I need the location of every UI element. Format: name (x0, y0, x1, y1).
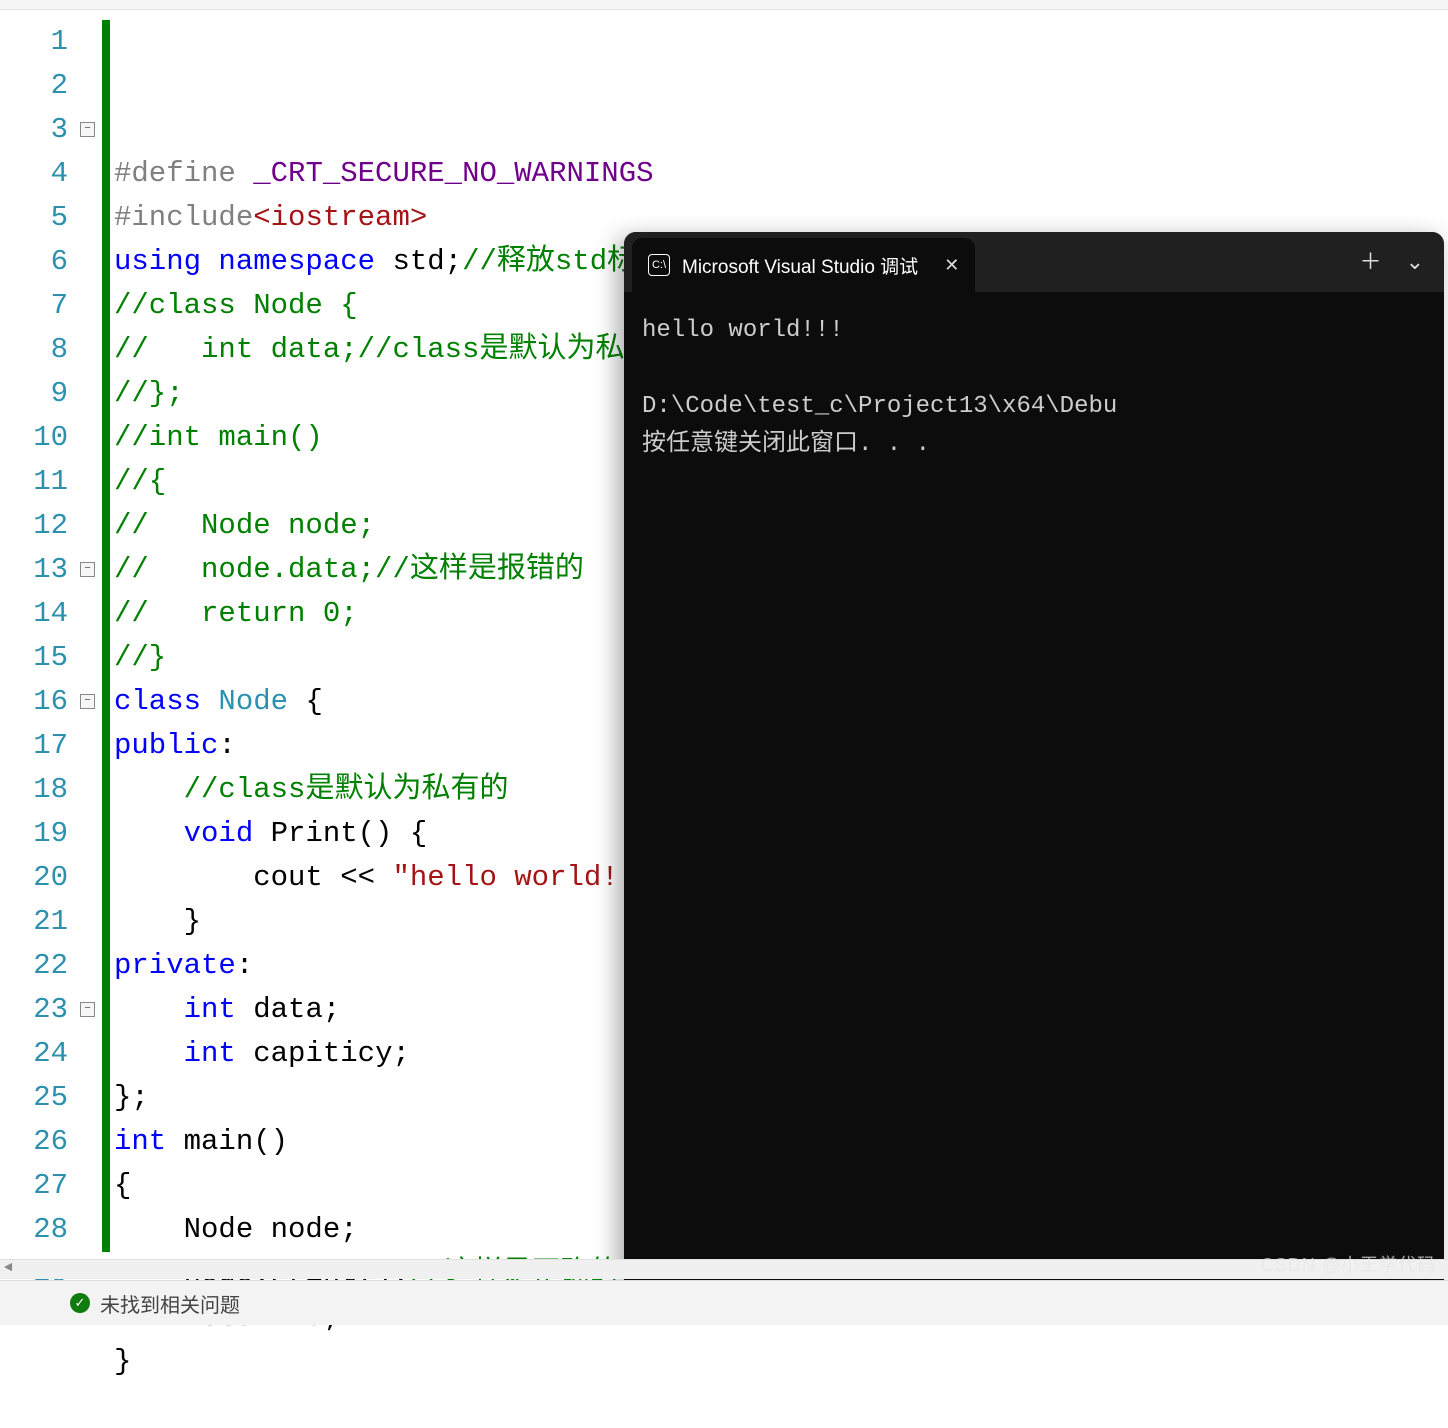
line-number: 7 (0, 284, 80, 328)
watermark: CSDN @小王学代码 (1261, 1251, 1436, 1277)
editor-top-strip (0, 0, 1448, 10)
fold-toggle[interactable]: − (80, 694, 95, 709)
line-number: 4 (0, 152, 80, 196)
fold-toggle[interactable]: − (80, 122, 95, 137)
line-number: 23 (0, 988, 80, 1032)
console-tab-title: Microsoft Visual Studio 调试 (682, 252, 918, 279)
line-number: 15 (0, 636, 80, 680)
line-number: 6 (0, 240, 80, 284)
line-number: 21 (0, 900, 80, 944)
tab-dropdown-button[interactable]: ⌄ (1406, 232, 1424, 292)
fold-toggle[interactable]: − (80, 562, 95, 577)
line-number: 5 (0, 196, 80, 240)
line-number: 28 (0, 1208, 80, 1252)
horizontal-scrollbar[interactable] (0, 1259, 1448, 1279)
code-line[interactable]: } (114, 1340, 1448, 1384)
status-ok-icon: ✓ (70, 1293, 90, 1313)
code-line[interactable]: #define _CRT_SECURE_NO_WARNINGS (114, 152, 1448, 196)
line-number: 16 (0, 680, 80, 724)
console-output[interactable]: hello world!!! D:\Code\test_c\Project13\… (624, 292, 1444, 484)
line-number: 1 (0, 20, 80, 64)
status-bar: ✓ 未找到相关问题 (0, 1280, 1448, 1325)
line-number: 19 (0, 812, 80, 856)
line-number: 10 (0, 416, 80, 460)
console-tab[interactable]: C:\ Microsoft Visual Studio 调试 ✕ (632, 238, 975, 292)
fold-toggle[interactable]: − (80, 1002, 95, 1017)
debug-console-window[interactable]: C:\ Microsoft Visual Studio 调试 ✕ ＋ ⌄ hel… (624, 232, 1444, 1282)
line-number: 17 (0, 724, 80, 768)
line-number-gutter: 1234567891011121314151617181920212223242… (0, 10, 80, 1290)
line-number: 9 (0, 372, 80, 416)
line-number: 22 (0, 944, 80, 988)
change-marker (102, 20, 110, 1252)
line-number: 27 (0, 1164, 80, 1208)
status-text: 未找到相关问题 (100, 1289, 240, 1318)
line-number: 8 (0, 328, 80, 372)
close-icon[interactable]: ✕ (944, 255, 959, 276)
line-number: 26 (0, 1120, 80, 1164)
new-tab-button[interactable]: ＋ (1360, 232, 1382, 292)
line-number: 11 (0, 460, 80, 504)
terminal-icon: C:\ (648, 254, 670, 276)
line-number: 18 (0, 768, 80, 812)
line-number: 20 (0, 856, 80, 900)
console-titlebar[interactable]: C:\ Microsoft Visual Studio 调试 ✕ ＋ ⌄ (624, 232, 1444, 292)
line-number: 2 (0, 64, 80, 108)
fold-column[interactable]: − − − − (80, 10, 102, 1290)
line-number: 13 (0, 548, 80, 592)
line-number: 12 (0, 504, 80, 548)
console-titlebar-actions: ＋ ⌄ (1340, 232, 1444, 292)
line-number: 14 (0, 592, 80, 636)
code-line[interactable] (114, 1384, 1448, 1428)
line-number: 3 (0, 108, 80, 152)
line-number: 24 (0, 1032, 80, 1076)
line-number: 25 (0, 1076, 80, 1120)
